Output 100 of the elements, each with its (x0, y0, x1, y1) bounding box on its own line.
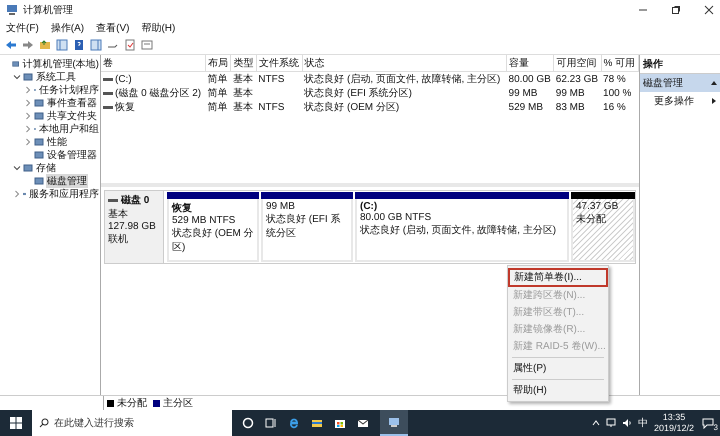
context-menu-item[interactable]: 新建简单卷(I)... (508, 268, 608, 287)
tree-item[interactable]: 事件查看器 (46, 96, 98, 110)
table-cell: 简单 (205, 72, 231, 86)
table-cell: 恢复 (101, 100, 206, 114)
context-menu-item[interactable]: 帮助(H) (508, 382, 608, 399)
help-icon[interactable] (73, 39, 85, 51)
back-arrow-icon[interactable] (5, 39, 17, 51)
panel-icon[interactable] (56, 39, 68, 51)
table-cell: 状态良好 (启动, 页面文件, 故障转储, 主分区) (302, 72, 507, 86)
menu-item[interactable]: 文件(F) (6, 21, 39, 35)
context-menu-item[interactable]: 属性(P) (508, 360, 608, 377)
partition-title: (C:) (360, 201, 378, 212)
forward-arrow-icon[interactable] (22, 39, 34, 51)
tree-item[interactable]: 服务和应用程序 (28, 186, 100, 200)
tree-item[interactable]: 磁盘管理 (46, 174, 88, 188)
disk-info-panel[interactable]: 磁盘 0 基本 127.98 GB 联机 (105, 191, 164, 263)
circle-icon[interactable] (242, 417, 254, 429)
partition-status: 状态良好 (启动, 页面文件, 故障转储, 主分区) (360, 224, 556, 237)
tree-item[interactable]: 计算机管理(本地) (21, 56, 100, 70)
table-cell-text: 基本 (232, 100, 254, 114)
network-icon[interactable] (606, 418, 616, 428)
taskbar-app-button[interactable] (380, 410, 408, 436)
mail-icon[interactable] (357, 417, 369, 429)
column-header[interactable]: 布局 (205, 55, 231, 72)
search-field[interactable]: 在此键入进行搜索 (32, 410, 232, 436)
table-cell-text: NTFS (257, 100, 286, 114)
browser-e-icon[interactable] (288, 417, 300, 429)
action-item[interactable]: 更多操作 (640, 92, 720, 110)
clock[interactable]: 13:35 2019/12/2 (654, 412, 694, 434)
partition-size: 80.00 GB NTFS (360, 212, 432, 223)
expanded-caret-icon[interactable] (13, 72, 21, 80)
table-cell: (C:) (101, 72, 206, 86)
menu-item[interactable]: 操作(A) (50, 21, 84, 35)
partition-block[interactable]: 99 MB 状态良好 (EFI 系统分区 (261, 199, 353, 262)
column-header[interactable]: 卷 (101, 55, 206, 72)
collapsed-caret-icon[interactable] (24, 138, 32, 146)
partition-status: 状态良好 (OEM 分区) (172, 226, 254, 254)
table-cell: 78 % (601, 72, 638, 86)
shopping-bag-icon[interactable] (334, 417, 346, 429)
folder-icon[interactable] (311, 417, 323, 429)
chevron-up-icon[interactable] (592, 419, 600, 427)
column-header[interactable]: % 可用 (601, 55, 638, 72)
partition-size: 99 MB (266, 201, 295, 212)
table-cell-text: 基本 (232, 86, 254, 100)
expanded-caret-icon[interactable] (13, 164, 21, 172)
start-icon[interactable] (10, 417, 22, 429)
partition-block[interactable]: 恢复 529 MB NTFS 状态良好 (OEM 分区) (167, 199, 259, 262)
speaker-icon[interactable] (622, 418, 632, 428)
submenu-arrow-icon (711, 98, 717, 104)
panel-icon[interactable] (90, 39, 102, 51)
list-window-icon[interactable] (141, 39, 153, 51)
task-view-icon[interactable] (265, 417, 277, 429)
tree-item[interactable]: 系统工具 (35, 70, 77, 84)
disk-type: 基本 (108, 208, 129, 221)
collapse-arrow-icon[interactable] (711, 80, 717, 86)
table-cell-text: 99 MB (508, 86, 538, 100)
table-cell: NTFS (256, 72, 302, 86)
collapsed-caret-icon[interactable] (13, 190, 21, 198)
table-cell-text: 529 MB (508, 100, 544, 114)
disk-name: 磁盘 0 (121, 194, 150, 207)
partition-status: 状态良好 (EFI 系统分区 (266, 212, 342, 240)
input-method-indicator[interactable]: 中 (638, 416, 648, 430)
tree-item[interactable]: 共享文件夹 (46, 108, 98, 122)
table-cell-text: 99 MB (554, 86, 586, 100)
partition-status: 未分配 (576, 212, 606, 226)
partition-title: 恢复 (172, 202, 192, 215)
close-icon[interactable] (704, 5, 714, 15)
collapsed-caret-icon[interactable] (24, 98, 32, 106)
table-cell: 80.00 GB (506, 72, 554, 86)
collapsed-caret-icon[interactable] (24, 124, 32, 132)
tree-item[interactable]: 本地用户和组 (38, 122, 100, 136)
partition-size: 529 MB NTFS (172, 215, 236, 226)
notification-button[interactable]: 3 (700, 417, 716, 429)
column-header[interactable]: 容量 (506, 55, 554, 72)
menu-item[interactable]: 帮助(H) (141, 21, 176, 35)
table-cell-text: 100 % (602, 86, 632, 100)
partition-size: 47.37 GB (576, 201, 618, 212)
tree-item[interactable]: 性能 (46, 134, 68, 148)
menu-item[interactable]: 查看(V) (96, 21, 130, 35)
column-header[interactable]: 类型 (230, 55, 256, 72)
tree-item[interactable]: 设备管理器 (46, 148, 98, 162)
tree-item[interactable]: 存储 (35, 160, 57, 174)
partition-block[interactable]: (C:) 80.00 GB NTFS 状态良好 (启动, 页面文件, 故障转储, 主分区) (355, 199, 569, 262)
folder-icon[interactable] (39, 39, 51, 51)
maximize-icon[interactable] (671, 5, 681, 15)
table-cell-text: 83 MB (554, 100, 586, 114)
check-document-icon[interactable] (124, 39, 136, 51)
partition-block[interactable]: 47.37 GB 未分配 (571, 199, 635, 262)
search-icon (39, 418, 49, 428)
tree-item[interactable]: 任务计划程序 (38, 82, 100, 96)
legend-label: 主分区 (163, 396, 193, 410)
table-cell-text: 状态良好 (OEM 分区) (303, 100, 400, 114)
collapsed-caret-icon[interactable] (24, 86, 32, 94)
actions-section[interactable]: 磁盘管理 (640, 74, 720, 92)
column-header[interactable]: 状态 (302, 55, 507, 72)
computer-management-icon (388, 416, 400, 428)
column-header[interactable]: 文件系统 (256, 55, 302, 72)
column-header[interactable]: 可用空间 (554, 55, 602, 72)
collapsed-caret-icon[interactable] (24, 112, 32, 120)
table-cell: 基本 (230, 72, 256, 86)
